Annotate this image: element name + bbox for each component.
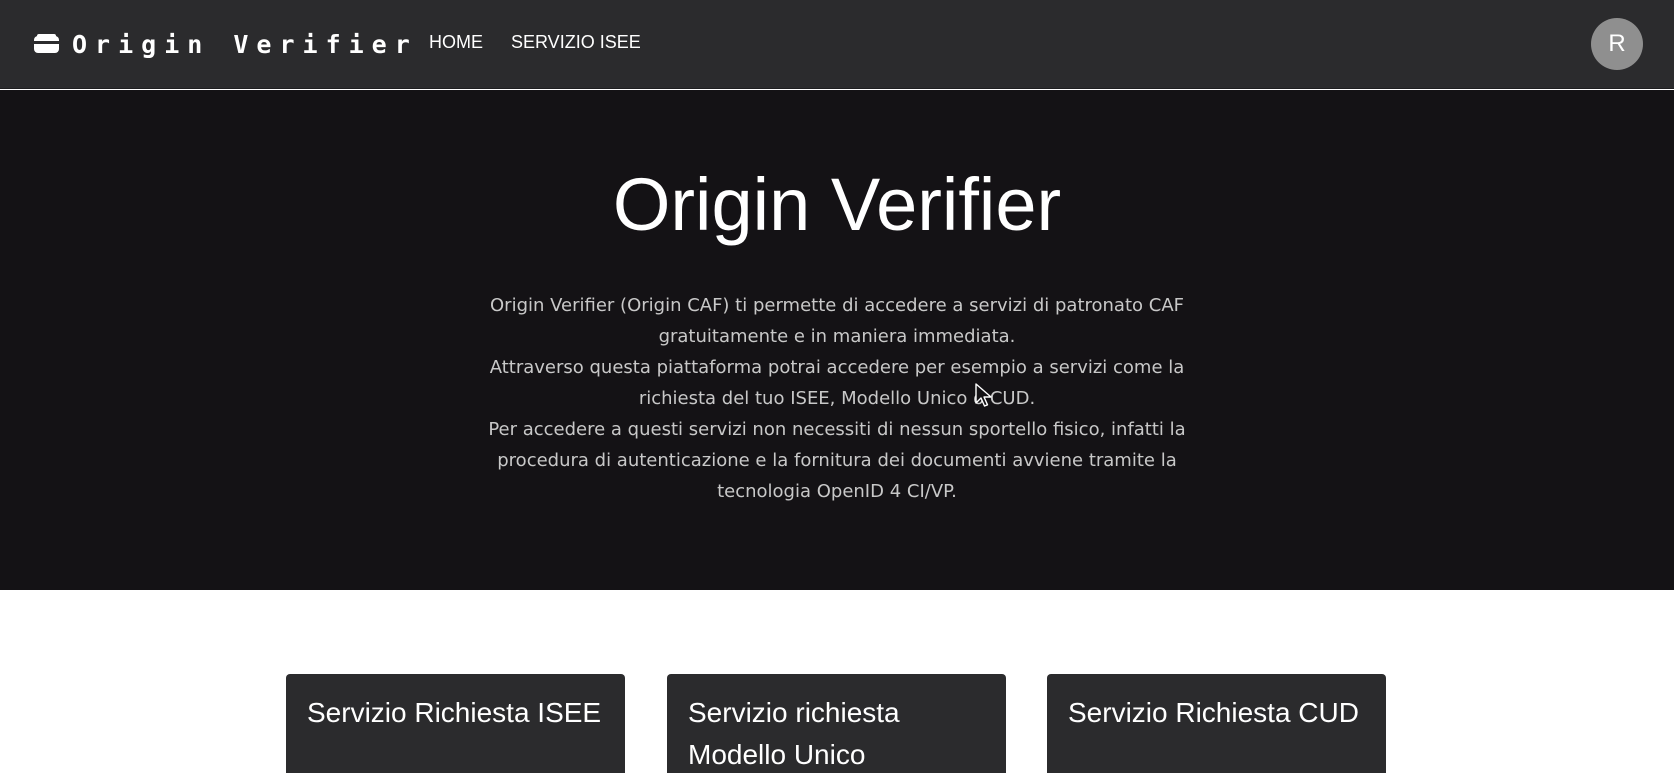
nav-link-home[interactable]: HOME (429, 29, 483, 55)
wallet-icon (33, 33, 60, 55)
hero-paragraph: Attraverso questa piattaforma potrai acc… (489, 357, 1185, 409)
service-card-modello-unico[interactable]: Servizio richiesta Modello Unico (667, 674, 1006, 773)
avatar-initial: R (1608, 30, 1626, 57)
top-navbar: Origin Verifier HOME SERVIZIO ISEE R (0, 0, 1674, 89)
brand-name: Origin Verifier (72, 29, 418, 59)
card-title: Servizio Richiesta CUD (1068, 697, 1359, 728)
mouse-cursor-icon (975, 383, 992, 407)
service-card-isee[interactable]: Servizio Richiesta ISEE (286, 674, 625, 773)
nav-link-servizio-isee[interactable]: SERVIZIO ISEE (511, 29, 641, 55)
card-title: Servizio Richiesta ISEE (307, 697, 602, 728)
hero-description: Origin Verifier (Origin CAF) ti permette… (480, 290, 1194, 507)
main-nav: HOME SERVIZIO ISEE (429, 29, 641, 55)
user-avatar[interactable]: R (1591, 18, 1643, 70)
brand-logo-link[interactable]: Origin Verifier (33, 25, 418, 63)
service-card-cud[interactable]: Servizio Richiesta CUD (1047, 674, 1386, 773)
card-title: Servizio richiesta Modello Unico (688, 697, 900, 770)
hero-title: Origin Verifier (612, 163, 1062, 246)
hero-paragraph: Origin Verifier (Origin CAF) ti permette… (490, 295, 1184, 347)
services-section: Servizio Richiesta ISEE Servizio richies… (0, 590, 1674, 773)
hero-paragraph: Per accedere a questi servizi non necess… (488, 419, 1186, 502)
